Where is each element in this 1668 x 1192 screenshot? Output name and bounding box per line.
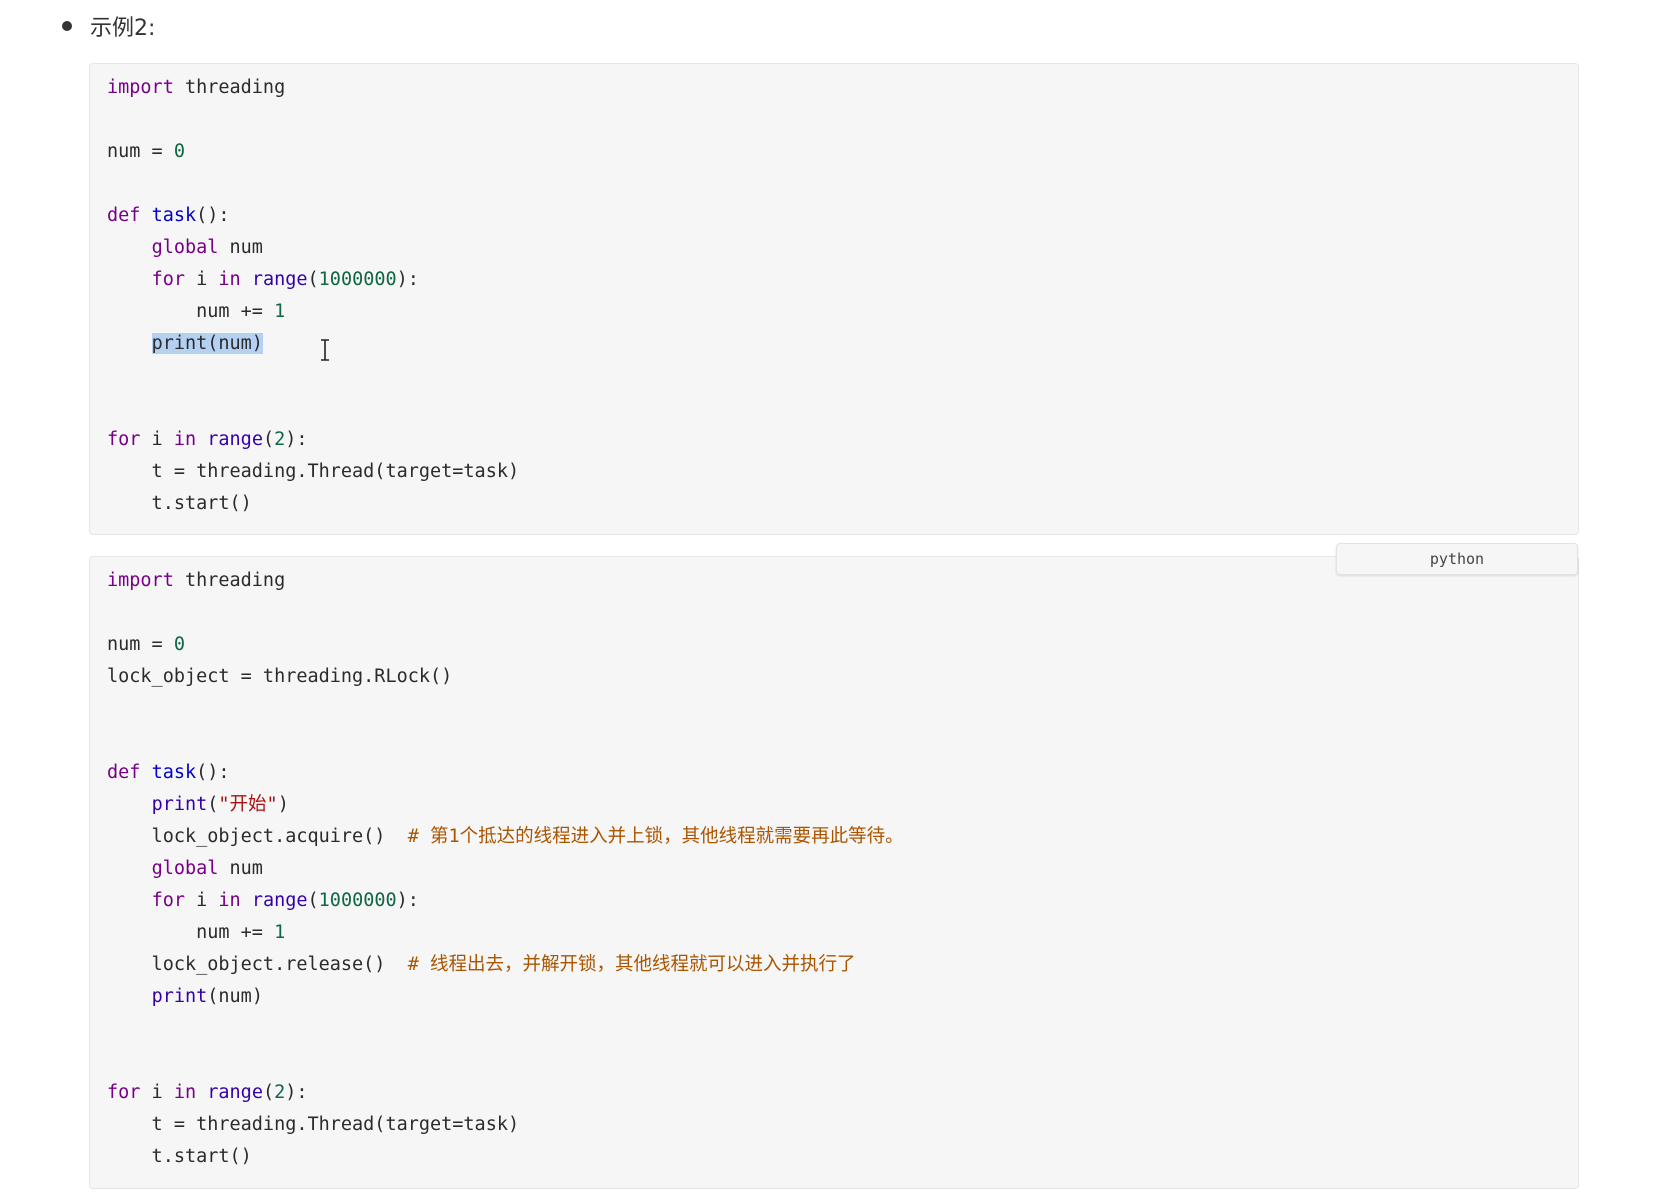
code-comment: # 线程出去，并解开锁，其他线程就可以进入并执行了 [407,954,856,975]
code-line: t = threading.Thread(target=task) [107,1114,520,1135]
code-line: num = 0 [107,634,185,655]
code-line: for i in range(1000000): [151,890,419,911]
code-comment: # 第1个抵达的线程进入并上锁，其他线程就需要再此等待。 [407,826,904,847]
code-line: def task(): [107,762,230,783]
code-line: import threading [107,570,286,591]
language-label[interactable]: python [1336,543,1578,575]
code-line: print(num) [151,986,263,1007]
code-line: import threading [107,77,286,98]
code-line: print("开始") [151,794,289,815]
code-line: t.start() [107,493,252,514]
code-line: for i in range(1000000): [151,269,419,290]
code-line: def task(): [107,205,230,226]
code-line: for i in range(2): [107,1082,308,1103]
code-line: num += 1 [196,922,286,943]
code-line: lock_object.release() # 线程出去，并解开锁，其他线程就可… [107,954,856,975]
code-line: t.start() [107,1146,252,1167]
text-selection: print(num) [151,333,263,354]
bullet-icon [62,21,72,31]
text-cursor-ibeam-icon [321,339,329,361]
code-block-2[interactable]: python import threading num = 0 lock_obj… [89,543,1579,1189]
code-line: lock_object.acquire() # 第1个抵达的线程进入并上锁，其他… [107,826,904,847]
code-line: t = threading.Thread(target=task) [107,461,520,482]
code-line: lock_object = threading.RLock() [107,666,453,687]
code-line: global num [151,858,263,879]
section-heading: 示例2: [62,8,155,44]
code-line: global num [151,237,263,258]
code-line: num = 0 [107,141,185,162]
code-block-1[interactable]: import threading num = 0 def task(): glo… [89,63,1579,535]
code-line: for i in range(2): [107,429,308,450]
heading-text: 示例2: [90,16,156,41]
code-line-selected: print(num) [107,328,263,360]
code-line: num += 1 [196,301,286,322]
